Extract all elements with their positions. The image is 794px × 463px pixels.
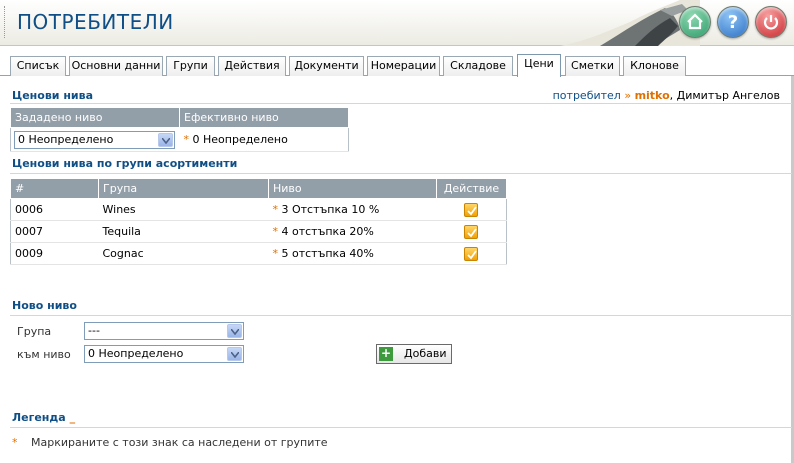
legend-entry: * Маркираните с този знак са наследени о…: [12, 436, 328, 449]
price-levels-title: Ценови нива: [12, 89, 94, 102]
row-group: Wines: [98, 198, 269, 221]
tab-accounts[interactable]: Сметки: [565, 56, 620, 76]
table-row: 0007 Tequila * 4 отстъпка 20%: [10, 220, 507, 243]
inherited-star: *: [272, 225, 279, 238]
col-level: Ниво: [268, 178, 437, 199]
tab-documents[interactable]: Документи: [289, 56, 364, 76]
page-title: ПОТРЕБИТЕЛИ: [17, 10, 174, 34]
row-id: 0007: [10, 220, 99, 243]
toolbar-grip: [4, 6, 7, 38]
home-icon: [687, 13, 703, 30]
tab-actions[interactable]: Действия: [218, 56, 286, 76]
group-label: Група: [17, 325, 52, 338]
tab-numerations[interactable]: Номерации: [367, 56, 440, 76]
row-level-value: 3 Отстъпка 10 %: [281, 203, 380, 216]
row-action: [436, 220, 507, 243]
edit-check-icon[interactable]: [464, 246, 479, 261]
tab-warehouses[interactable]: Складове: [443, 56, 513, 76]
effective-level-cell: * 0 Неопределено: [179, 127, 349, 152]
power-icon: [763, 15, 779, 30]
chevron-down-icon: [227, 324, 242, 338]
plus-icon: +: [379, 346, 393, 361]
divider: [10, 427, 792, 428]
edit-check-icon[interactable]: [464, 224, 479, 239]
set-level-value: 0 Неопределено: [18, 133, 114, 146]
row-action: [436, 242, 507, 265]
user-sep: »: [624, 89, 632, 102]
user-info: потребител » mitko, Димитър Ангелов: [553, 89, 780, 102]
divider: [10, 315, 792, 316]
add-button-label: Добави: [404, 347, 447, 360]
legend-underscore: _: [69, 411, 76, 424]
set-level-select[interactable]: 0 Неопределено: [14, 131, 175, 149]
user-prefix: потребител: [552, 89, 621, 102]
row-level: * 3 Отстъпка 10 %: [268, 198, 437, 221]
level-select[interactable]: 0 Неопределено: [84, 345, 244, 363]
group-levels-title: Ценови нива по групи асортименти: [12, 157, 238, 170]
divider: [10, 103, 792, 104]
level-label: към ниво: [17, 348, 71, 361]
level-select-value: 0 Неопределено: [88, 347, 184, 360]
divider: [10, 173, 792, 174]
legend-text: Маркираните с този знак са наследени от …: [31, 436, 328, 449]
add-button[interactable]: + Добави: [376, 344, 452, 364]
group-levels-table: # Група Ниво Действие 0006 Wines * 3 Отс…: [10, 178, 507, 265]
header-bar: ПОТРЕБИТЕЛИ ?: [0, 0, 794, 46]
set-level-cell: 0 Неопределено: [10, 127, 180, 152]
inherited-star: *: [272, 203, 279, 216]
legend-title: Легенда _: [12, 411, 75, 424]
row-group: Cognac: [98, 242, 269, 265]
tab-list[interactable]: Списък: [10, 56, 66, 76]
table-row: 0009 Cognac * 5 отстъпка 40%: [10, 242, 507, 265]
new-level-title: Ново ниво: [12, 299, 77, 312]
table-row: 0006 Wines * 3 Отстъпка 10 %: [10, 198, 507, 221]
tab-groups[interactable]: Групи: [166, 56, 215, 76]
home-button[interactable]: [679, 6, 711, 38]
inherited-star: *: [272, 247, 279, 260]
row-level-value: 5 отстъпка 40%: [281, 247, 374, 260]
row-group: Tequila: [98, 220, 269, 243]
tab-bar: Списък Основни данни Групи Действия Доку…: [0, 46, 794, 77]
row-id: 0006: [10, 198, 99, 221]
power-button[interactable]: [755, 6, 787, 38]
chevron-down-icon: [158, 133, 173, 147]
row-action: [436, 198, 507, 221]
tab-branches[interactable]: Клонове: [623, 56, 686, 76]
row-level: * 5 отстъпка 40%: [268, 242, 437, 265]
tab-prices[interactable]: Цени: [517, 54, 561, 77]
col-action: Действие: [436, 178, 507, 199]
inherited-star: *: [183, 133, 190, 146]
user-full-name: , Димитър Ангелов: [669, 89, 780, 102]
effective-level-value: 0 Неопределено: [192, 133, 288, 146]
chevron-down-icon: [227, 347, 242, 361]
price-level-table: Зададено ниво Ефективно ниво 0 Неопредел…: [10, 107, 349, 152]
legend-title-text: Легенда: [12, 411, 66, 424]
col-effective-level: Ефективно ниво: [179, 107, 349, 128]
help-button[interactable]: ?: [717, 6, 749, 38]
user-login[interactable]: mitko: [635, 89, 670, 102]
group-select-value: ---: [88, 324, 100, 337]
help-icon: ?: [727, 11, 739, 33]
row-level: * 4 отстъпка 20%: [268, 220, 437, 243]
col-set-level: Зададено ниво: [10, 107, 180, 128]
col-id: #: [10, 178, 99, 199]
row-level-value: 4 отстъпка 20%: [281, 225, 374, 238]
tab-basic-data[interactable]: Основни данни: [69, 56, 163, 76]
edit-check-icon[interactable]: [464, 202, 479, 217]
inherited-star: *: [12, 436, 18, 449]
row-id: 0009: [10, 242, 99, 265]
col-group: Група: [98, 178, 269, 199]
group-select[interactable]: ---: [84, 322, 244, 340]
